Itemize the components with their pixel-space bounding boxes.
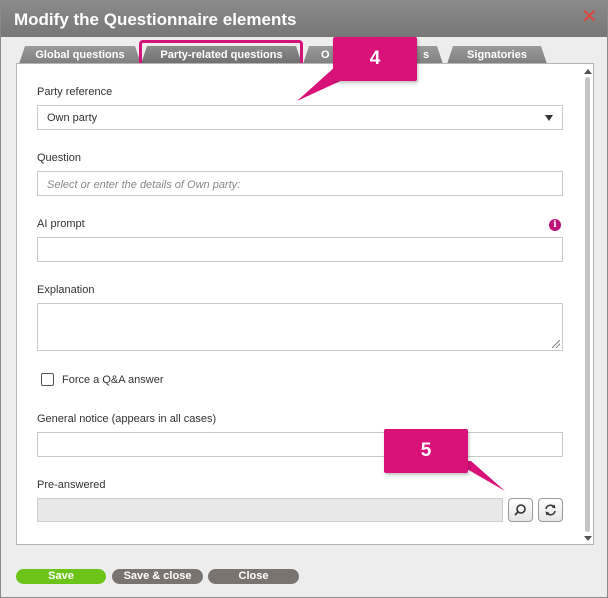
tab-label: Party-related questions (160, 49, 283, 61)
callout-4: 4 (333, 37, 417, 81)
tab-label: Global questions (35, 49, 125, 61)
tab-label: Signatories (467, 49, 527, 61)
general-notice-input[interactable] (37, 432, 563, 457)
refresh-icon (545, 504, 556, 516)
search-icon (514, 504, 526, 516)
close-icon[interactable]: ✕ (581, 7, 598, 27)
question-input[interactable]: Select or enter the details of Own party… (37, 171, 563, 196)
search-button[interactable] (508, 498, 533, 522)
explanation-label: Explanation (37, 284, 95, 296)
chevron-down-icon (545, 115, 553, 121)
refresh-button[interactable] (538, 498, 563, 522)
force-qa-label: Force a Q&A answer (62, 374, 164, 386)
party-reference-select[interactable]: Own party (37, 105, 563, 130)
tab-party-related-questions[interactable]: Party-related questions (141, 46, 302, 64)
ai-prompt-label: AI prompt (37, 218, 85, 230)
tab-signatories[interactable]: Signatories (447, 46, 547, 64)
pre-answered-input (37, 498, 503, 522)
save-button[interactable]: Save (16, 569, 106, 584)
general-notice-label: General notice (appears in all cases) (37, 413, 217, 425)
explanation-textarea[interactable] (37, 303, 563, 351)
questionnaire-dialog: Modify the Questionnaire elements ✕ Glob… (0, 0, 608, 598)
question-placeholder: Select or enter the details of Own party… (47, 179, 241, 191)
party-reference-value: Own party (47, 112, 98, 124)
close-button[interactable]: Close (208, 569, 299, 584)
scroll-up-arrow-icon[interactable] (584, 69, 592, 74)
force-qa-checkbox[interactable] (41, 373, 54, 386)
party-reference-label: Party reference (37, 86, 113, 98)
tab-global-questions[interactable]: Global questions (19, 46, 141, 64)
scroll-down-arrow-icon[interactable] (584, 536, 592, 541)
question-label: Question (37, 152, 82, 164)
scrollbar[interactable] (583, 67, 592, 543)
resize-grip-icon[interactable] (552, 340, 560, 348)
callout-5: 5 (384, 429, 468, 473)
dialog-title: Modify the Questionnaire elements (14, 10, 297, 29)
tab-label-suffix: s (423, 49, 430, 61)
scroll-thumb[interactable] (585, 77, 590, 532)
info-icon[interactable]: i (549, 219, 561, 231)
ai-prompt-input[interactable] (37, 237, 563, 262)
dialog-titlebar: Modify the Questionnaire elements ✕ (1, 1, 607, 37)
pre-answered-label: Pre-answered (37, 479, 106, 491)
save-close-button[interactable]: Save & close (112, 569, 203, 584)
